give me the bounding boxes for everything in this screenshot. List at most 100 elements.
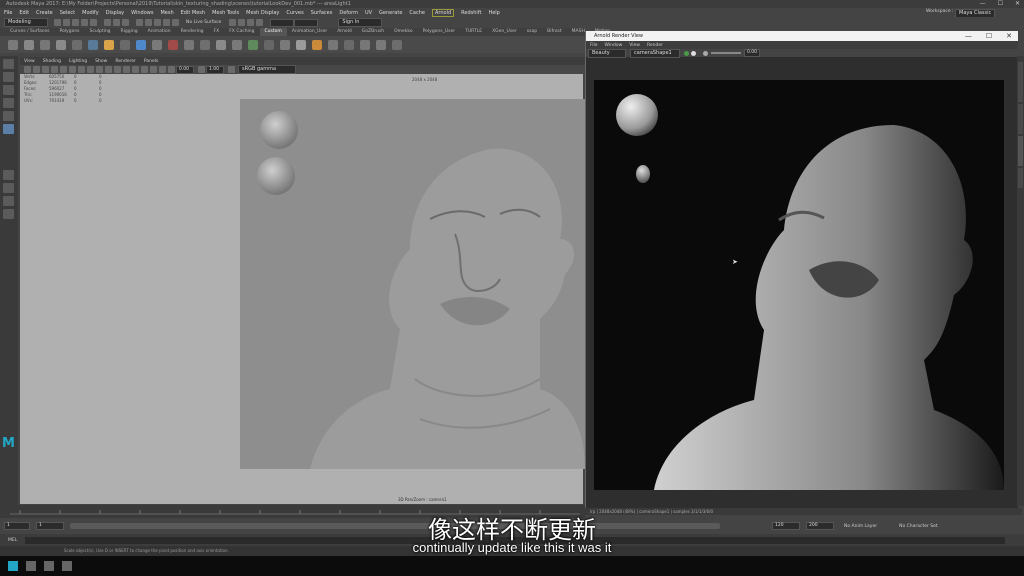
vp-menu-panels[interactable]: Panels [144, 59, 158, 64]
window-taskbar-icon[interactable] [26, 561, 36, 571]
duppoli-icon[interactable] [344, 39, 354, 50]
menu-redshift[interactable]: Redshift [461, 10, 481, 16]
snap-surface-icon[interactable] [172, 19, 179, 26]
lights-icon[interactable] [96, 66, 103, 73]
alpha-channel-icon[interactable] [691, 50, 696, 56]
window-taskbar-icon[interactable] [62, 561, 72, 571]
toolbar-field-2[interactable] [294, 18, 319, 27]
menu-curves[interactable]: Curves [286, 10, 303, 16]
mode-select[interactable]: Modeling [4, 18, 48, 27]
cube-prim-icon[interactable] [312, 39, 322, 50]
green-tool-icon[interactable] [248, 39, 258, 50]
orange-tool-icon[interactable] [104, 39, 114, 50]
shelf-tab-animation[interactable]: Animation [143, 28, 176, 36]
shelf-tab-fx-caching[interactable]: FX Caching [224, 28, 259, 36]
aov-select[interactable]: Beauty [588, 48, 626, 58]
ipr-render-icon[interactable] [238, 19, 246, 26]
menu-mesh[interactable]: Mesh [160, 10, 173, 16]
rv-menu-render[interactable]: Render [647, 43, 663, 48]
menu-uv[interactable]: UV [365, 10, 372, 16]
shelf-tab-curves-surfaces[interactable]: Curves / Surfaces [5, 28, 55, 36]
four-view-icon[interactable] [3, 183, 14, 193]
shelf-tab-rigging[interactable]: Rigging [116, 28, 143, 36]
vp-menu-lighting[interactable]: Lighting [69, 59, 87, 64]
rv-menu-file[interactable]: File [590, 43, 598, 48]
shelf-tab-ssap[interactable]: ssap [522, 28, 542, 36]
menu-windows[interactable]: Windows [131, 10, 153, 16]
undo-icon[interactable] [81, 19, 88, 26]
merge-icon[interactable] [264, 39, 274, 50]
render-settings-gear-icon[interactable] [703, 50, 708, 56]
snap-grid-icon[interactable] [136, 19, 143, 26]
select-hierarchy-icon[interactable] [104, 19, 111, 26]
rv-minimize-button[interactable]: — [965, 31, 972, 41]
single-view-icon[interactable] [3, 170, 14, 180]
mirror-icon[interactable] [360, 39, 370, 50]
snap-point-icon[interactable] [154, 19, 161, 26]
bridge-icon[interactable] [216, 39, 226, 50]
menu-deform[interactable]: Deform [339, 10, 358, 16]
menu-modify[interactable]: Modify [82, 10, 99, 16]
camera-attr-icon[interactable] [33, 66, 40, 73]
dup-icon[interactable] [72, 39, 82, 50]
window-taskbar-icon[interactable] [44, 561, 54, 571]
shelf-tab-omekko[interactable]: Omekko [389, 28, 418, 36]
smlex-icon[interactable] [328, 39, 338, 50]
maya-taskbar-icon[interactable] [8, 561, 18, 571]
live-surface-label[interactable]: No Live Surface [186, 20, 221, 25]
bookmark-icon[interactable] [42, 66, 49, 73]
target-weld-icon[interactable] [280, 39, 290, 50]
menu-mesh-display[interactable]: Mesh Display [246, 10, 279, 16]
isolate-icon[interactable] [132, 66, 139, 73]
color-channels-icon[interactable] [684, 50, 689, 56]
blue-tool-icon[interactable] [136, 39, 146, 50]
attribute-editor-tab[interactable] [1018, 136, 1023, 166]
select-object-icon[interactable] [113, 19, 120, 26]
new-scene-icon[interactable] [54, 19, 61, 26]
menu-select[interactable]: Select [60, 10, 75, 16]
shelf-tab-arnold[interactable]: Arnold [332, 28, 357, 36]
redo-icon[interactable] [90, 19, 97, 26]
ao-icon[interactable] [114, 66, 121, 73]
shelf-tab-fx[interactable]: FX [209, 28, 225, 36]
rv-maximize-button[interactable]: ☐ [986, 31, 992, 41]
maximize-button[interactable]: ☐ [998, 0, 1003, 7]
outliner-layout-icon[interactable] [3, 209, 14, 219]
colorspace-select[interactable]: sRGB gamma [238, 65, 296, 74]
select-tool-icon[interactable] [3, 59, 14, 69]
menu-help[interactable]: Help [488, 10, 499, 16]
open-scene-icon[interactable] [63, 19, 70, 26]
smooth-shade-icon[interactable] [78, 66, 85, 73]
extrude-icon[interactable] [232, 39, 242, 50]
menu-surfaces[interactable]: Surfaces [311, 10, 333, 16]
menu-mesh-tools[interactable]: Mesh Tools [212, 10, 239, 16]
shelf-tab-bifrost[interactable]: Bifrost [542, 28, 567, 36]
aa-icon[interactable] [123, 66, 130, 73]
shelf-tab-gozbrush[interactable]: GoZBrush [357, 28, 389, 36]
shadows-icon[interactable] [105, 66, 112, 73]
shelf-tab-polygons-user[interactable]: Polygons_User [418, 28, 461, 36]
cut-icon[interactable] [184, 39, 194, 50]
camera-select-icon[interactable] [24, 66, 31, 73]
toolbar-field-1[interactable] [270, 18, 295, 27]
select-component-icon[interactable] [122, 19, 129, 26]
menu-file[interactable]: File [4, 10, 12, 16]
separate-icon[interactable] [392, 39, 402, 50]
sign-in-button[interactable]: Sign In [338, 18, 383, 27]
paint-select-icon[interactable] [3, 85, 14, 95]
lasso-tool-icon[interactable] [3, 72, 14, 82]
uvs-icon[interactable] [24, 39, 34, 50]
two-view-icon[interactable] [3, 196, 14, 206]
xray-comp-icon[interactable] [159, 66, 166, 73]
shelf-tab-xgen-user[interactable]: XGen_User [487, 28, 522, 36]
move-icon[interactable] [88, 39, 98, 50]
xray-joints-icon[interactable] [150, 66, 157, 73]
modeling-toolkit-tab[interactable] [1018, 104, 1023, 134]
camera-select[interactable]: cameraShape1 [630, 48, 680, 58]
textured-icon[interactable] [87, 66, 94, 73]
minimize-button[interactable]: — [980, 0, 986, 7]
red-tool-icon[interactable] [168, 39, 178, 50]
rotate-tool-icon[interactable] [3, 111, 14, 121]
shell-icon[interactable] [40, 39, 50, 50]
menu-edit[interactable]: Edit [19, 10, 29, 16]
